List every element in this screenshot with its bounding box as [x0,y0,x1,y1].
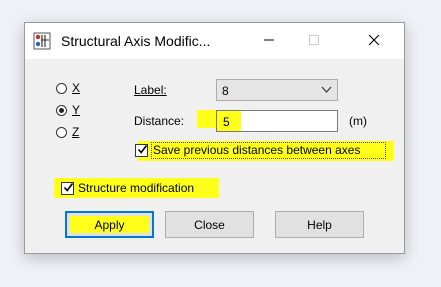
radio-axis-x[interactable]: X [56,81,80,95]
maximize-button[interactable] [292,23,336,59]
close-button-label: Close [194,217,225,232]
radio-label-z: Z [72,125,80,139]
close-icon [368,34,380,49]
radio-button[interactable] [56,104,67,116]
label-dropdown-value: 8 [222,84,229,98]
distance-caption: Distance: [134,114,185,128]
help-button[interactable]: Help [275,211,364,238]
minimize-icon [263,34,275,49]
distance-value: 5 [223,115,230,129]
close-button[interactable]: Close [165,211,254,238]
radio-button[interactable] [56,126,67,138]
apply-button-label: Apply [94,217,125,232]
save-distances-label: Save previous distances between axes [153,143,361,157]
minimize-button[interactable] [247,23,291,59]
apply-button[interactable]: Apply [65,211,154,238]
checkmark-icon [137,144,148,158]
chevron-down-icon [321,84,332,98]
structural-axis-dialog: Structural Axis Modific... X Y Z Label: … [24,22,405,254]
app-icon [33,32,51,50]
radio-label-x: X [72,81,81,95]
maximize-icon [308,34,320,49]
radio-axis-z[interactable]: Z [56,125,79,139]
window-title: Structural Axis Modific... [61,33,211,49]
close-window-button[interactable] [352,23,396,59]
radio-button[interactable] [56,82,67,94]
structure-modification-checkbox[interactable] [61,182,74,195]
checkmark-icon [63,182,74,196]
help-button-label: Help [307,217,332,232]
distance-input[interactable]: 5 [216,110,338,132]
save-distances-checkbox[interactable] [135,144,148,157]
label-dropdown[interactable]: 8 [216,79,338,101]
title-bar[interactable]: Structural Axis Modific... [25,23,404,59]
radio-axis-y[interactable]: Y [56,103,80,117]
distance-unit: (m) [349,114,367,128]
radio-label-y: Y [72,103,81,117]
structure-modification-label: Structure modification [78,181,195,195]
label-caption: Label: [134,83,167,97]
